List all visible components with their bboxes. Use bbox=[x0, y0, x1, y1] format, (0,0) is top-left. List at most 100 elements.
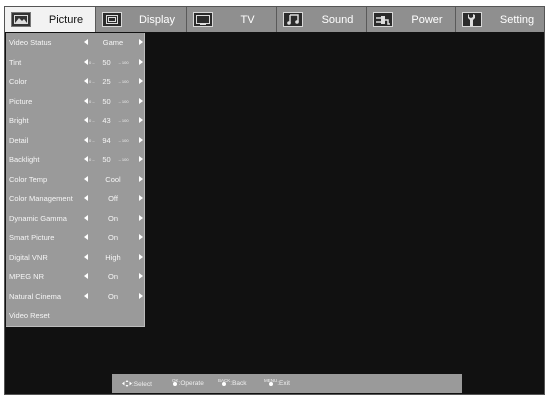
menu-item-detail[interactable]: Detail 0 – 94 – 100 bbox=[6, 131, 144, 151]
slider-min-label: 0 – bbox=[89, 79, 95, 85]
hint-text: :Select bbox=[132, 381, 152, 388]
menu-item-label: Color Management bbox=[9, 194, 73, 204]
key-label: BACK bbox=[218, 378, 231, 383]
dpad-icon bbox=[122, 380, 132, 389]
menu-item-picture[interactable]: Picture 0 – 50 – 100 bbox=[6, 92, 144, 112]
tab-sound[interactable]: Sound bbox=[277, 7, 367, 32]
arrow-left-icon[interactable] bbox=[84, 253, 88, 260]
arrow-left-icon[interactable] bbox=[84, 156, 88, 162]
menu-item-value: On bbox=[107, 291, 118, 301]
menu-item-digital-vnr[interactable]: Digital VNR High bbox=[6, 248, 144, 268]
arrow-left-icon[interactable] bbox=[84, 214, 88, 221]
arrow-right-icon[interactable] bbox=[139, 253, 143, 260]
arrow-right-icon[interactable] bbox=[139, 117, 143, 123]
arrow-right-icon[interactable] bbox=[139, 39, 143, 45]
value-slider[interactable]: 0 – 50 – 100 bbox=[89, 58, 137, 67]
menu-item-label: Natural Cinema bbox=[9, 291, 62, 301]
menu-button-icon: MENU bbox=[264, 378, 278, 386]
arrow-left-icon[interactable] bbox=[84, 78, 88, 84]
picture-icon bbox=[11, 12, 31, 27]
menu-item-mpeg-nr[interactable]: MPEG NR On bbox=[6, 267, 144, 287]
back-button-icon: BACK bbox=[218, 378, 231, 386]
arrow-right-icon[interactable] bbox=[139, 214, 143, 221]
slider-min-label: 0 – bbox=[89, 118, 95, 124]
hint-ok: OK :Operate bbox=[172, 378, 204, 387]
hint-select: :Select bbox=[122, 380, 152, 389]
main-tab-bar: Picture Display TV Sound Power Setting bbox=[5, 7, 544, 32]
value-slider[interactable]: 0 – 25 – 100 bbox=[89, 77, 137, 86]
value-slider[interactable]: 0 – 50 – 100 bbox=[89, 155, 137, 164]
arrow-right-icon[interactable] bbox=[139, 156, 143, 162]
arrow-right-icon[interactable] bbox=[139, 97, 143, 104]
arrow-right-icon[interactable] bbox=[139, 58, 143, 65]
menu-item-tint[interactable]: Tint 0 – 50 – 100 bbox=[6, 53, 144, 73]
power-plug-icon bbox=[373, 12, 393, 27]
arrow-right-icon[interactable] bbox=[139, 292, 143, 299]
arrow-left-icon[interactable] bbox=[84, 175, 88, 182]
arrow-right-icon[interactable] bbox=[139, 195, 143, 201]
arrow-right-icon[interactable] bbox=[139, 175, 143, 182]
arrow-left-icon[interactable] bbox=[84, 58, 88, 65]
slider-value: 43 bbox=[102, 116, 111, 126]
hint-text: :Back bbox=[230, 380, 247, 387]
slider-value: 50 bbox=[102, 96, 111, 106]
slider-max-label: – 100 bbox=[118, 59, 129, 65]
value-slider[interactable]: 0 – 50 – 100 bbox=[89, 97, 137, 106]
menu-item-dynamic-gamma[interactable]: Dynamic Gamma On bbox=[6, 209, 144, 229]
arrow-right-icon[interactable] bbox=[139, 273, 143, 279]
menu-item-value: On bbox=[107, 272, 118, 282]
tab-label: TV bbox=[240, 13, 255, 26]
wrench-icon bbox=[462, 12, 482, 27]
menu-item-value: On bbox=[107, 213, 118, 223]
tab-power[interactable]: Power bbox=[367, 7, 456, 32]
picture-settings-menu: Video Status Game Tint 0 – 50 – 100 Colo… bbox=[6, 33, 145, 327]
key-label: OK bbox=[172, 378, 179, 383]
tab-label: Power bbox=[411, 13, 443, 26]
menu-item-label: Smart Picture bbox=[9, 233, 55, 243]
menu-item-video-reset[interactable]: Video Reset bbox=[6, 306, 144, 326]
tab-label: Picture bbox=[48, 13, 84, 26]
menu-item-label: MPEG NR bbox=[9, 272, 45, 282]
tab-display[interactable]: Display bbox=[96, 7, 187, 32]
tv-icon bbox=[193, 12, 213, 27]
tab-tv[interactable]: TV bbox=[187, 7, 277, 32]
tab-label: Setting bbox=[499, 13, 535, 26]
menu-item-natural-cinema[interactable]: Natural Cinema On bbox=[6, 287, 144, 307]
arrow-left-icon[interactable] bbox=[84, 273, 88, 279]
arrow-right-icon[interactable] bbox=[139, 234, 143, 240]
arrow-left-icon[interactable] bbox=[84, 39, 88, 45]
arrow-left-icon[interactable] bbox=[84, 117, 88, 123]
menu-item-value: Cool bbox=[105, 174, 121, 184]
arrow-left-icon[interactable] bbox=[84, 234, 88, 240]
value-slider[interactable]: 0 – 94 – 100 bbox=[89, 136, 137, 145]
arrow-left-icon[interactable] bbox=[84, 97, 88, 104]
menu-item-color[interactable]: Color 0 – 25 – 100 bbox=[6, 72, 144, 92]
slider-max-label: – 100 bbox=[118, 157, 129, 163]
menu-item-label: Video Reset bbox=[9, 311, 50, 321]
arrow-left-icon[interactable] bbox=[84, 136, 88, 143]
tab-picture[interactable]: Picture bbox=[5, 7, 96, 32]
music-note-icon bbox=[283, 12, 303, 27]
arrow-right-icon[interactable] bbox=[139, 78, 143, 84]
arrow-right-icon[interactable] bbox=[139, 136, 143, 143]
hint-text: :Exit bbox=[277, 380, 290, 387]
menu-item-video-status[interactable]: Video Status Game bbox=[6, 33, 144, 53]
slider-max-label: – 100 bbox=[118, 79, 129, 85]
tab-setting[interactable]: Setting bbox=[456, 7, 544, 32]
menu-item-color-temp[interactable]: Color Temp Cool bbox=[6, 170, 144, 190]
tab-label: Display bbox=[138, 13, 176, 26]
slider-min-label: 0 – bbox=[89, 59, 95, 65]
menu-item-bright[interactable]: Bright 0 – 43 – 100 bbox=[6, 111, 144, 131]
slider-min-label: 0 – bbox=[89, 137, 95, 143]
menu-item-color-management[interactable]: Color Management Off bbox=[6, 189, 144, 209]
menu-item-label: Color bbox=[9, 77, 27, 87]
menu-item-backlight[interactable]: Backlight 0 – 50 – 100 bbox=[6, 150, 144, 170]
key-hint-bar: :Select OK :Operate BACK :Back MENU :Exi… bbox=[112, 374, 462, 393]
menu-item-smart-picture[interactable]: Smart Picture On bbox=[6, 228, 144, 248]
arrow-left-icon[interactable] bbox=[84, 292, 88, 299]
slider-max-label: – 100 bbox=[118, 98, 129, 104]
key-label: MENU bbox=[264, 378, 278, 383]
value-slider[interactable]: 0 – 43 – 100 bbox=[89, 116, 137, 125]
slider-min-label: 0 – bbox=[89, 157, 95, 163]
arrow-left-icon[interactable] bbox=[84, 195, 88, 201]
